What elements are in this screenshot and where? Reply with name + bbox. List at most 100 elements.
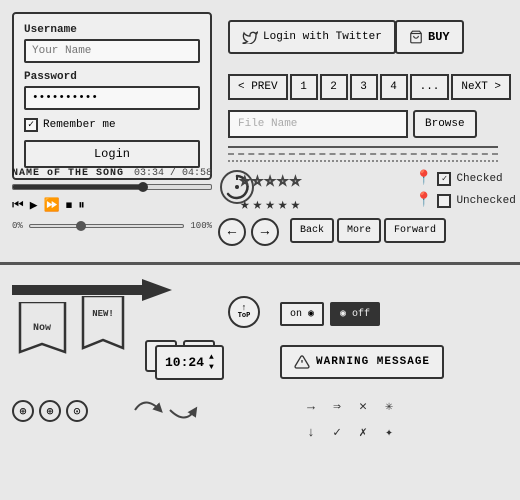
toggle-on-label: on ◉ — [290, 309, 314, 320]
page-3-button[interactable]: 3 — [350, 74, 378, 100]
next-page-button[interactable]: NeXT > — [451, 74, 511, 100]
star-5[interactable]: ☆ — [291, 170, 301, 190]
progress-thumb — [138, 182, 148, 192]
password-input[interactable] — [24, 86, 200, 110]
empty-stars-row[interactable]: ☆ ☆ ☆ ☆ ☆ — [240, 170, 300, 190]
stars-section: ☆ ☆ ☆ ☆ ☆ ★ ★ ★ ★ ★ — [240, 170, 300, 214]
buy-button[interactable]: BUY — [395, 20, 464, 54]
skip-back-button[interactable]: ⏮ — [12, 198, 24, 213]
star-filled-2[interactable]: ★ — [253, 194, 263, 214]
curved-arrows-section — [130, 390, 200, 430]
checked-label: Checked — [456, 173, 502, 185]
file-name-input[interactable]: File Name — [228, 110, 408, 138]
time-stepper[interactable]: ▲ ▼ — [209, 353, 214, 372]
unchecked-checkbox[interactable] — [437, 194, 451, 208]
divider-dashed — [228, 153, 498, 155]
star-4[interactable]: ☆ — [278, 170, 288, 190]
remember-row: ✓ Remember me — [24, 118, 200, 132]
time-widget: 10:24 ▲ ▼ — [155, 345, 224, 380]
star-3[interactable]: ☆ — [265, 170, 275, 190]
section-divider — [0, 262, 520, 265]
username-label: Username — [24, 24, 200, 36]
pause-button[interactable]: ⏸ — [78, 198, 85, 213]
circle-plus-button[interactable]: ⊕ — [39, 400, 61, 422]
nav-buttons-group: Back More Forward — [290, 218, 446, 243]
time-up-button[interactable]: ▲ — [209, 353, 214, 362]
scroll-top-label: ToP — [238, 313, 251, 320]
login-button[interactable]: Login — [24, 140, 200, 168]
arrow-right-sym: → — [300, 395, 322, 417]
page-4-button[interactable]: 4 — [380, 74, 408, 100]
volume-row: 0% 100% — [12, 221, 212, 231]
ribbon-new: NEW! — [78, 296, 128, 363]
stop-button[interactable]: ⏹ — [66, 198, 73, 213]
circle-at-button[interactable]: ⊙ — [66, 400, 88, 422]
toggle-on-button[interactable]: on ◉ — [280, 302, 324, 326]
ribbon-new-svg: NEW! — [78, 296, 128, 358]
progress-fill — [13, 185, 142, 189]
progress-bar[interactable] — [12, 184, 212, 190]
divider-dots — [228, 160, 498, 162]
play-button[interactable]: ▶ — [30, 198, 38, 213]
nav-arrows: ← → — [218, 218, 279, 246]
page-2-button[interactable]: 2 — [320, 74, 348, 100]
fast-forward-button[interactable]: ⏩ — [44, 198, 60, 213]
close-x-sym: ✕ — [352, 395, 374, 417]
star-filled-5[interactable]: ★ — [291, 194, 301, 214]
star-sym: ✦ — [378, 421, 400, 443]
right-arrow-button[interactable]: → — [251, 218, 279, 246]
cart-icon — [409, 30, 423, 44]
username-input[interactable] — [24, 39, 200, 63]
file-placeholder: File Name — [238, 118, 297, 130]
left-arrow-button[interactable]: ← — [218, 218, 246, 246]
vol-max: 100% — [190, 221, 212, 231]
browse-button[interactable]: Browse — [413, 110, 477, 138]
toggle-off-button[interactable]: ◉ off — [330, 302, 380, 326]
pagination: < PREV 1 2 3 4 ... NeXT > — [228, 74, 511, 100]
twitter-login-button[interactable]: Login with Twitter — [228, 20, 396, 54]
prev-page-button[interactable]: < PREV — [228, 74, 288, 100]
warning-box: WARNING MESSAGE — [280, 345, 444, 379]
arrow-down-sym: ↓ — [300, 421, 322, 443]
remember-label: Remember me — [43, 119, 116, 131]
asterisk-sym: ✳ — [378, 395, 400, 417]
ribbon-now: Now — [15, 302, 70, 367]
bottom-icons-row: ⊕ ⊕ ⊙ — [12, 400, 88, 422]
checkbox-section: 📍 ✓ Checked 📍 Unchecked — [415, 170, 516, 214]
song-title: NAME oF THE SONG — [12, 168, 124, 179]
login-form: Username Password ✓ Remember me Login — [12, 12, 212, 180]
plus-icon-button[interactable]: ⊕ — [12, 400, 34, 422]
check-sym: ✓ — [326, 421, 348, 443]
music-player: NAME oF THE SONG 03:34 / 04:58 ⏮ ▶ ⏩ ⏹ ⏸… — [12, 168, 212, 231]
forward-button[interactable]: Forward — [384, 218, 446, 243]
password-label: Password — [24, 71, 200, 83]
vol-min: 0% — [12, 221, 23, 231]
ribbon-now-svg: Now — [15, 302, 70, 362]
star-1[interactable]: ☆ — [240, 170, 250, 190]
page-1-button[interactable]: 1 — [290, 74, 318, 100]
curved-arrows-svg — [130, 390, 200, 430]
symbols-grid: → ⇒ ✕ ✳ ↓ ✓ ✗ ✦ — [300, 395, 400, 443]
star-filled-4[interactable]: ★ — [278, 194, 288, 214]
checked-checkbox[interactable]: ✓ — [437, 172, 451, 186]
playback-controls: ⏮ ▶ ⏩ ⏹ ⏸ — [12, 198, 212, 213]
arrow-right2-sym: ⇒ — [326, 395, 348, 417]
scroll-top-button[interactable]: ↑ ToP — [228, 296, 260, 328]
file-row: File Name Browse — [228, 110, 477, 138]
unchecked-row: 📍 Unchecked — [415, 192, 516, 209]
volume-bar[interactable] — [29, 224, 185, 228]
remember-checkbox[interactable]: ✓ — [24, 118, 38, 132]
unchecked-label: Unchecked — [456, 195, 515, 207]
x-sym: ✗ — [352, 421, 374, 443]
more-button[interactable]: More — [337, 218, 381, 243]
filled-stars-row[interactable]: ★ ★ ★ ★ ★ — [240, 194, 300, 214]
time-value: 10:24 — [165, 355, 204, 370]
page-ellipsis: ... — [410, 74, 450, 100]
star-2[interactable]: ☆ — [253, 170, 263, 190]
back-button[interactable]: Back — [290, 218, 334, 243]
buy-btn-label: BUY — [428, 30, 450, 44]
time-down-button[interactable]: ▼ — [209, 363, 214, 372]
star-filled-3[interactable]: ★ — [265, 194, 275, 214]
star-filled-1[interactable]: ★ — [240, 194, 250, 214]
pin-icon-2: 📍 — [415, 192, 432, 209]
